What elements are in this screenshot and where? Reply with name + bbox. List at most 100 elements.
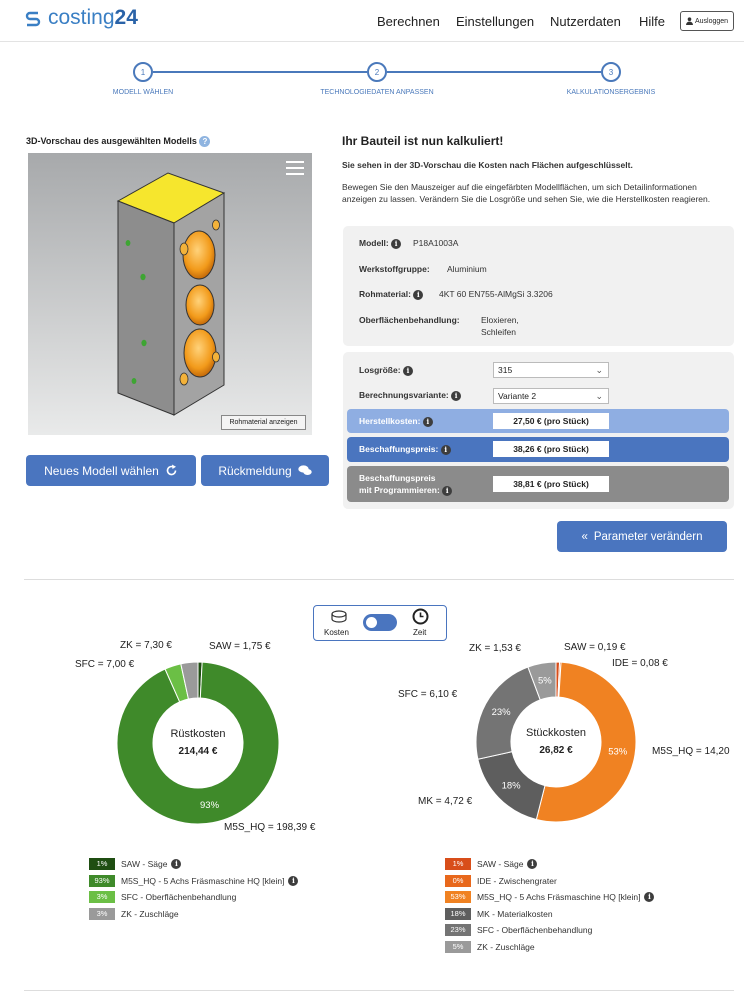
- refresh-icon: [166, 464, 177, 476]
- procurement-programming-row: Beschaffungspreis mit Programmieren: i 3…: [347, 466, 729, 502]
- chart2-label-ide: IDE = 0,08 €: [612, 658, 668, 669]
- legend-item-mk[interactable]: 18% MK - Materialkosten: [445, 907, 553, 920]
- procurement-price-value: 38,26 € (pro Stück): [493, 441, 609, 457]
- slice-percent-label: 93%: [200, 800, 220, 811]
- info-icon[interactable]: i: [391, 238, 402, 249]
- new-model-label: Neues Modell wählen: [44, 463, 159, 478]
- 3d-model[interactable]: [28, 153, 312, 435]
- surface-treatment-value-1: Eloxieren,: [481, 315, 519, 325]
- slice-percent-label: 18%: [502, 780, 522, 791]
- info-icon[interactable]: i: [288, 875, 299, 886]
- legend-item-saw[interactable]: 1% SAW - Säge i: [89, 858, 182, 870]
- lot-size-value: 315: [498, 365, 513, 375]
- chevron-down-icon: ⌄: [595, 391, 603, 401]
- legend-swatch: 5%: [445, 940, 471, 953]
- divider: [24, 579, 734, 580]
- lot-size-select[interactable]: 315 ⌄: [493, 362, 609, 378]
- nav-hilfe[interactable]: Hilfe: [639, 14, 665, 29]
- model-value: P18A1003A: [413, 238, 459, 248]
- step-1-label[interactable]: MODELL WÄHLEN: [113, 89, 173, 96]
- new-model-button[interactable]: Neues Modell wählen: [26, 455, 196, 486]
- model-label-text: Modell:: [359, 238, 389, 248]
- chart1-label-zk: ZK = 7,30 €: [120, 640, 172, 651]
- model-info-panel: Modell: i P18A1003A Werkstoffgruppe: Alu…: [343, 226, 734, 346]
- procurement-programming-label-2-text: mit Programmieren:: [359, 485, 440, 495]
- info-icon[interactable]: i: [644, 892, 655, 902]
- step-2-label[interactable]: TECHNOLOGIEDATEN ANPASSEN: [320, 89, 433, 96]
- logo[interactable]: costing 24: [24, 6, 138, 30]
- surface-treatment-label: Oberflächenbehandlung:: [359, 315, 460, 325]
- info-icon[interactable]: i: [422, 416, 433, 427]
- raw-material-value: 4KT 60 EN755-AlMgSi 3.3206: [439, 289, 553, 299]
- legend-item-zk[interactable]: 5% ZK - Zuschläge: [445, 940, 535, 953]
- legend-item-saw[interactable]: 1% SAW - Säge i: [445, 858, 538, 870]
- legend-label: IDE - Zwischengrater: [477, 875, 557, 886]
- chevron-down-icon: ⌄: [595, 365, 603, 375]
- info-icon[interactable]: i: [171, 859, 182, 869]
- logout-button[interactable]: Ausloggen: [680, 11, 734, 31]
- production-cost-row: Herstellkosten: i 27,50 € (pro Stück): [347, 409, 729, 433]
- legend-label: M5S_HQ - 5 Achs Fräsmaschine HQ [klein]: [477, 892, 641, 902]
- legend-label: SAW - Säge: [121, 859, 168, 869]
- setup-cost-donut-chart: 93% Rüstkosten 214,44 €: [116, 661, 280, 825]
- nav-berechnen[interactable]: Berechnen: [377, 14, 440, 29]
- legend-item-zk[interactable]: 3% ZK - Zuschläge: [89, 907, 179, 920]
- legend-item-sfc[interactable]: 23% SFC - Oberflächenbehandlung: [445, 924, 592, 936]
- step-connector: [387, 71, 601, 73]
- variant-label: Berechnungsvariante: i: [359, 390, 462, 401]
- info-icon[interactable]: i: [451, 390, 462, 401]
- logout-label: Ausloggen: [694, 17, 729, 25]
- chart2-label-zk: ZK = 1,53 €: [469, 643, 521, 654]
- production-cost-value: 27,50 € (pro Stück): [493, 413, 609, 429]
- legend-item-m5s_hq[interactable]: 93% M5S_HQ - 5 Achs Fräsmaschine HQ [klei…: [89, 874, 299, 887]
- nav-nutzerdaten[interactable]: Nutzerdaten: [550, 14, 621, 29]
- step-connector: [153, 71, 367, 73]
- legend-label: SFC - Oberflächenbehandlung: [121, 892, 237, 902]
- legend-swatch: 23%: [445, 924, 471, 936]
- info-icon[interactable]: i: [440, 444, 451, 455]
- logo-number: 24: [114, 6, 138, 29]
- chart2-label-m5s: M5S_HQ = 14,20: [652, 746, 730, 757]
- procurement-programming-label-1: Beschaffungspreis: [359, 473, 436, 483]
- chart1-label-saw: SAW = 1,75 €: [209, 641, 271, 652]
- legend-label: MK - Materialkosten: [477, 908, 553, 919]
- page: costing 24 Berechnen Einstellungen Nutzer…: [0, 0, 744, 1000]
- legend-swatch: 0%: [445, 874, 471, 887]
- donut-center-total: 214,44 €: [179, 746, 218, 757]
- chat-bubbles-icon: [297, 465, 312, 475]
- raw-material-label-text: Rohmaterial:: [359, 289, 411, 299]
- help-icon[interactable]: ?: [199, 136, 211, 148]
- legend-item-ide[interactable]: 0% IDE - Zwischengrater: [445, 874, 557, 887]
- legend-label: ZK - Zuschläge: [477, 941, 535, 952]
- chart2-label-mk: MK = 4,72 €: [418, 796, 473, 807]
- info-icon[interactable]: i: [413, 289, 424, 300]
- legend-swatch: 18%: [445, 907, 471, 920]
- legend-item-m5s_hq[interactable]: 53% M5S_HQ - 5 Achs Fräsmaschine HQ [klei…: [445, 891, 655, 903]
- variant-label-text: Berechnungsvariante:: [359, 390, 449, 400]
- change-parameters-button[interactable]: « Parameter verändern: [557, 521, 727, 552]
- step-1-circle[interactable]: 1: [133, 62, 153, 82]
- donut-center-total: 26,82 €: [539, 745, 573, 756]
- variant-select[interactable]: Variante 2 ⌄: [493, 388, 609, 404]
- legend-swatch: 3%: [89, 891, 115, 903]
- legend-item-sfc[interactable]: 3% SFC - Oberflächenbehandlung: [89, 891, 236, 903]
- legend-swatch: 1%: [89, 858, 115, 870]
- procurement-programming-value: 38,81 € (pro Stück): [493, 476, 609, 492]
- slice-percent-label: 5%: [538, 676, 552, 687]
- show-raw-material-button[interactable]: Rohmaterial anzeigen: [221, 415, 306, 430]
- step-3-circle[interactable]: 3: [601, 62, 621, 82]
- procurement-price-row: Beschaffungspreis: i 38,26 € (pro Stück): [347, 437, 729, 462]
- info-icon[interactable]: i: [402, 365, 413, 376]
- feedback-button[interactable]: Rückmeldung: [201, 455, 329, 486]
- feedback-label: Rückmeldung: [218, 463, 292, 478]
- info-icon[interactable]: i: [442, 485, 453, 496]
- nav-einstellungen[interactable]: Einstellungen: [456, 14, 534, 29]
- result-description: Bewegen Sie den Mauszeiger auf die einge…: [342, 182, 711, 204]
- change-parameters-label: Parameter verändern: [593, 530, 703, 543]
- step-2-circle[interactable]: 2: [367, 62, 387, 82]
- result-subheading: Sie sehen in der 3D-Vorschau die Kosten …: [342, 160, 633, 170]
- production-cost-label: Herstellkosten: i: [359, 416, 433, 427]
- info-icon[interactable]: i: [527, 859, 538, 869]
- 3d-viewer[interactable]: Rohmaterial anzeigen: [28, 153, 312, 435]
- step-3-label[interactable]: KALKULATIONSERGEBNIS: [567, 89, 656, 96]
